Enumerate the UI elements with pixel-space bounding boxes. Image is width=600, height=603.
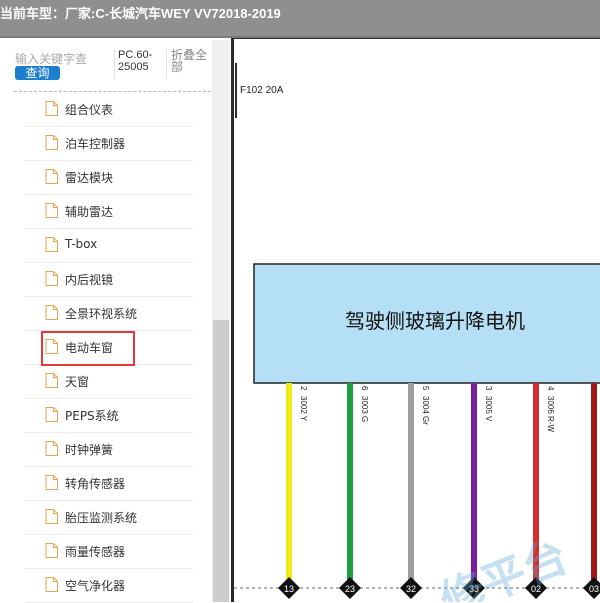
- wire-pin-label: 3: [484, 386, 493, 391]
- tree-item-label: 胎压监测系统: [65, 511, 138, 525]
- scrollbar-thumb[interactable]: [213, 320, 229, 602]
- toolbar-divider: [166, 49, 167, 79]
- file-icon: [45, 237, 58, 252]
- tree-item-label: 空气净化器: [65, 579, 126, 593]
- tree-item-label: 时钟弹簧: [65, 443, 114, 457]
- tree-item-label: 转角传感器: [65, 477, 126, 491]
- tree-item[interactable]: 辅助雷达: [25, 195, 193, 229]
- tree-item[interactable]: 组合仪表: [25, 93, 193, 127]
- tree-item[interactable]: 雷达模块: [25, 161, 193, 195]
- tree-item[interactable]: T-box: [25, 229, 193, 263]
- connector-number: 23: [345, 584, 355, 594]
- wire-pin-label: 2: [299, 386, 308, 391]
- wire-code-label: 3003 G: [360, 396, 369, 422]
- wire-pin-label: 6: [360, 386, 369, 391]
- tree-item-label: 泊车控制器: [65, 137, 126, 151]
- tree-item-label: 辅助雷达: [65, 205, 114, 219]
- tree-item-label: PEPS系统: [65, 409, 119, 423]
- file-icon: [45, 271, 58, 286]
- wire-code-label: 3005 V: [484, 396, 493, 422]
- file-icon: [45, 407, 58, 422]
- wire: [408, 383, 414, 583]
- tree-item-label: T-box: [65, 237, 98, 251]
- selected-item-highlight: [41, 331, 135, 366]
- tree-item-label: 天窗: [65, 375, 90, 389]
- file-icon: [45, 475, 58, 490]
- tree-item[interactable]: 胎压监测系统: [25, 501, 193, 535]
- query-button[interactable]: 查询: [15, 66, 60, 80]
- file-icon: [45, 577, 58, 592]
- current-vehicle-title: 当前车型：厂家:C-长城汽车WEY VV72018-2019: [0, 6, 281, 21]
- connector-number: 03: [589, 584, 599, 594]
- file-icon: [45, 373, 58, 388]
- tree-item[interactable]: 时钟弹簧: [25, 433, 193, 467]
- wire: [347, 383, 353, 583]
- wire-pin-label: 4: [546, 386, 555, 391]
- wire: [286, 383, 292, 583]
- wire-code-label: 3004 Gr: [421, 396, 430, 425]
- wire: [591, 383, 597, 583]
- tree-item[interactable]: 转角传感器: [25, 467, 193, 501]
- tree-item-label: 雨量传感器: [65, 545, 126, 559]
- model-code-label: PC.60-25005: [118, 49, 153, 73]
- wire-code-label: 3006 R-W: [546, 396, 555, 432]
- tree-item[interactable]: 空气净化器: [25, 569, 193, 603]
- tree-item-label: 全景环视系统: [65, 307, 138, 321]
- tree-item[interactable]: 泊车控制器: [25, 127, 193, 161]
- wire-pin-label: 5: [421, 386, 430, 391]
- tree-item-label: 组合仪表: [65, 103, 114, 117]
- watermark-text: 修平台: [433, 531, 574, 602]
- file-icon: [45, 203, 58, 218]
- tree-item[interactable]: 全景环视系统: [25, 297, 193, 331]
- connector-number: 32: [406, 584, 416, 594]
- tree-item-label: 雷达模块: [65, 171, 114, 185]
- file-icon: [45, 169, 58, 184]
- wiring-diagram: F102 20A 驾驶侧玻璃升降电机 2 3002 Y 13 6 3003 G 23 5 30…: [234, 38, 600, 602]
- file-icon: [45, 441, 58, 456]
- tree-item[interactable]: 天窗: [25, 365, 193, 399]
- sidebar-separator: [14, 91, 211, 92]
- file-icon: [45, 509, 58, 524]
- toolbar-divider: [114, 49, 115, 79]
- fuse-label: F102 20A: [240, 85, 284, 96]
- search-input[interactable]: [15, 51, 113, 67]
- wire: [471, 383, 477, 583]
- file-icon: [45, 135, 58, 150]
- file-icon: [45, 305, 58, 320]
- connector-number: 13: [284, 584, 294, 594]
- tree-item[interactable]: 内后视镜: [25, 263, 193, 297]
- tree-item[interactable]: PEPS系统: [25, 399, 193, 433]
- file-icon: [45, 543, 58, 558]
- tree-item[interactable]: 雨量传感器: [25, 535, 193, 569]
- motor-component-label: 驾驶侧玻璃升降电机: [345, 309, 525, 333]
- collapse-all-button[interactable]: 折叠全部: [171, 49, 215, 73]
- file-icon: [45, 101, 58, 116]
- title-bar: 当前车型：厂家:C-长城汽车WEY VV72018-2019: [0, 0, 600, 38]
- tree-item-label: 内后视镜: [65, 273, 114, 287]
- wire-code-label: 3002 Y: [299, 396, 308, 422]
